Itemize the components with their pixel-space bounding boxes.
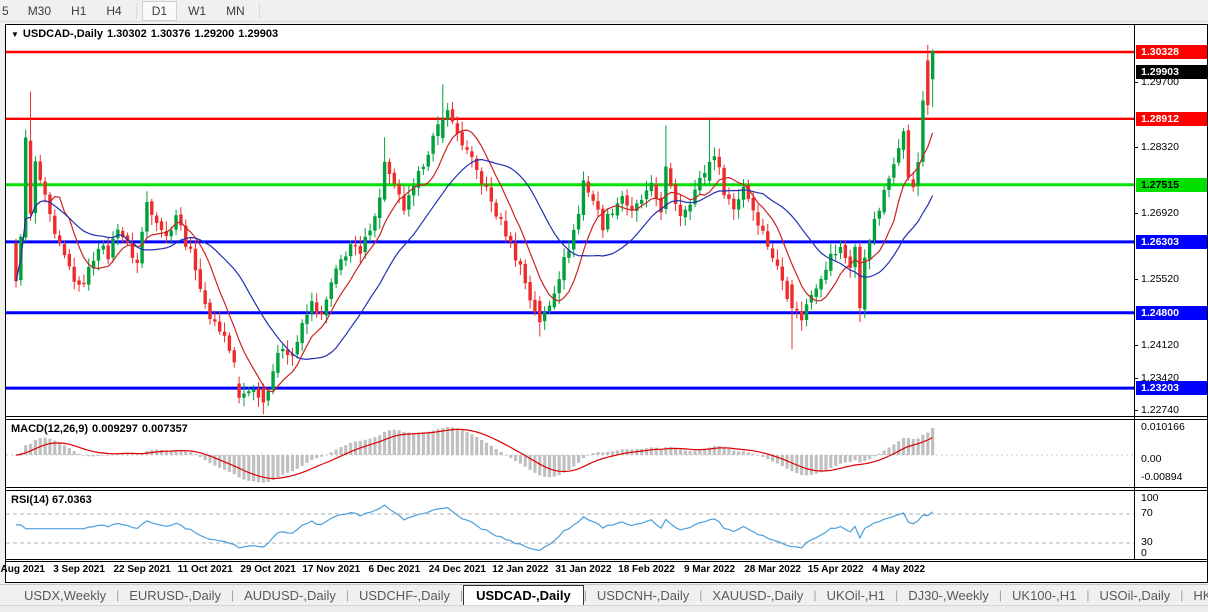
tick-mark: [1135, 82, 1138, 83]
timeframe-h4[interactable]: H4: [97, 2, 130, 20]
symbol-timeframe-label: USDCAD-,Daily: [23, 28, 103, 40]
main-price-pane[interactable]: ▼ USDCAD-,Daily 1.30302 1.30376 1.292001.299…: [6, 25, 1134, 416]
tick-mark: [1135, 147, 1138, 148]
level-price-badge: 1.23203: [1136, 381, 1207, 395]
timeframe-clipped[interactable]: 5: [0, 4, 18, 18]
candles: [14, 45, 934, 414]
timeframe-h1[interactable]: H1: [62, 2, 95, 20]
status-strip: [0, 605, 1208, 612]
tab-usdx-weekly[interactable]: USDX,Weekly: [14, 587, 116, 604]
chart-tab-bar: USDX,Weekly|EURUSD-,Daily|AUDUSD-,Daily|…: [0, 584, 1208, 605]
rsi-label: RSI(14) 67.0363: [11, 494, 92, 506]
tab-dj30-weekly[interactable]: DJ30-,Weekly: [898, 587, 999, 604]
tick-mark: [1135, 213, 1138, 214]
toolbar-separator: [136, 3, 137, 19]
macd-title: MACD(12,26,9) 0.009297 0.007357: [11, 423, 188, 435]
level-price-badge: 1.26303: [1136, 235, 1207, 249]
rsi-title: RSI(14) 67.0363: [11, 494, 92, 506]
rsi-axis-tick: 0: [1135, 547, 1207, 560]
toolbar-separator: [259, 3, 260, 19]
ma-fast-line: [16, 130, 933, 392]
price-tick: 1.24120: [1135, 338, 1207, 352]
chart-window: ▼USDCAD-,Daily1.303021.303761.292001.299…: [5, 24, 1208, 583]
time-axis[interactable]: 16 Aug 20213 Sep 202122 Sep 202111 Oct 2…: [6, 562, 1134, 582]
tick-mark: [1135, 345, 1138, 346]
tick-mark: [1135, 378, 1138, 379]
candlestick-chart[interactable]: [6, 25, 1134, 416]
timeframe-m30[interactable]: M30: [19, 2, 60, 20]
macd-axis-tick: 0.010166: [1135, 421, 1207, 434]
timeframe-d1[interactable]: D1: [142, 1, 177, 21]
tab-usdchf-daily[interactable]: USDCHF-,Daily: [349, 587, 460, 604]
ohlc-close: 1.29903: [238, 28, 278, 40]
rsi-axis-tick: 100: [1135, 492, 1207, 505]
ohlc-high: 1.30376: [151, 28, 191, 40]
tab-ukoil-h1[interactable]: UKOil-,H1: [817, 587, 896, 604]
tab-usoil-daily[interactable]: USOil-,Daily: [1089, 587, 1180, 604]
price-tick: 1.25520: [1135, 272, 1207, 286]
timeframe-mn[interactable]: MN: [217, 2, 254, 20]
timeframe-w1[interactable]: W1: [179, 2, 215, 20]
tab-xauusd-daily[interactable]: XAUUSD-,Daily: [702, 587, 813, 604]
level-price-badge: 1.30328: [1136, 45, 1207, 59]
price-tick: 1.22740: [1135, 403, 1207, 417]
ohlc-open: 1.30302: [107, 28, 147, 40]
price-axis[interactable]: 1.297001.283201.269201.255201.241201.234…: [1134, 25, 1207, 560]
rsi-line: [16, 505, 933, 550]
macd-axis-tick: -0.00894: [1135, 471, 1207, 484]
macd-axis-tick: 0.00: [1135, 453, 1207, 466]
level-price-badge: 1.28912: [1136, 112, 1207, 126]
tick-mark: [1135, 279, 1138, 280]
level-price-badge: 1.27515: [1136, 178, 1207, 192]
date-tick-label: 4 May 2022: [862, 564, 936, 575]
timeframe-toolbar: 5 M30H1H4 D1W1MN: [0, 0, 1208, 22]
ma-slow-line: [16, 160, 933, 360]
rsi-pane[interactable]: RSI(14) 67.0363: [6, 491, 1134, 559]
tab-hk50-h1[interactable]: HK50-,H1: [1183, 587, 1208, 604]
tab-usdcad-daily[interactable]: USDCAD-,Daily: [463, 585, 584, 606]
price-tick: 1.28320: [1135, 140, 1207, 154]
macd-label: MACD(12,26,9): [11, 423, 88, 435]
collapse-triangle-icon[interactable]: ▼: [11, 30, 19, 39]
tab-uk100-h1[interactable]: UK100-,H1: [1002, 587, 1086, 604]
rsi-axis-tick: 70: [1135, 507, 1207, 520]
macd-value-signal: 0.007357: [142, 423, 188, 435]
tab-usdcnh-daily[interactable]: USDCNH-,Daily: [587, 587, 699, 604]
tab-eurusd-daily[interactable]: EURUSD-,Daily: [119, 587, 231, 604]
macd-signal-line: [16, 429, 933, 478]
current-price-badge: 1.29903: [1136, 65, 1207, 79]
ohlc-low: 1.29200: [195, 28, 235, 40]
macd-pane[interactable]: MACD(12,26,9) 0.009297 0.007357: [6, 420, 1134, 487]
chart-title: ▼ USDCAD-,Daily 1.30302 1.30376 1.292001.299…: [11, 28, 278, 40]
price-tick: 1.26920: [1135, 206, 1207, 220]
tick-mark: [1135, 410, 1138, 411]
macd-value-main: 0.009297: [92, 423, 138, 435]
level-price-badge: 1.24800: [1136, 306, 1207, 320]
rsi-chart: [6, 491, 1134, 559]
tab-audusd-daily[interactable]: AUDUSD-,Daily: [234, 587, 346, 604]
